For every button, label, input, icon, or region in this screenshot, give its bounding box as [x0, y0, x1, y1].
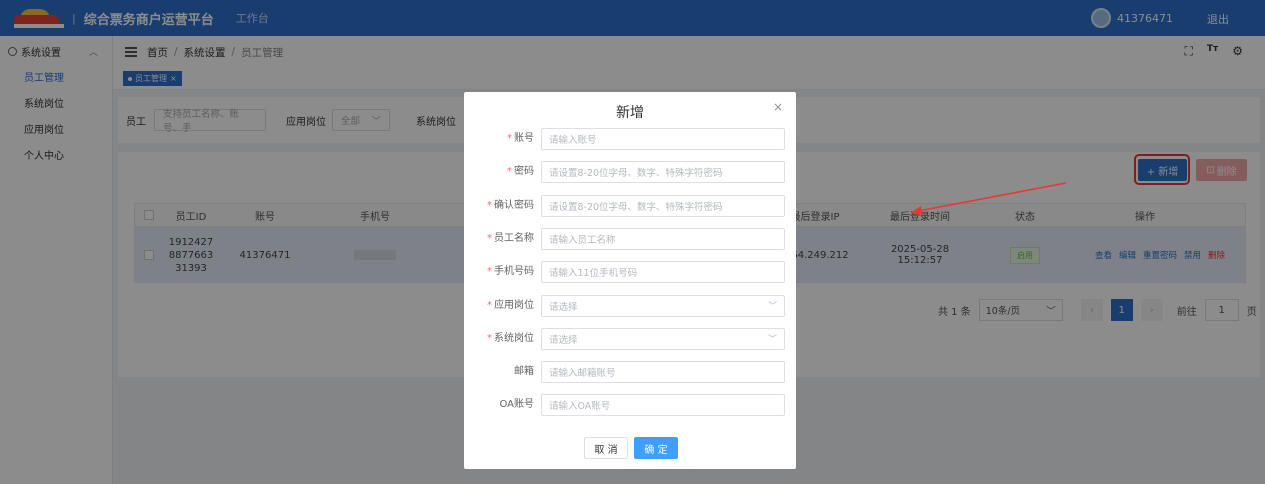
oa-account-label: OA账号 — [499, 399, 534, 411]
phone-input[interactable]: 请输入11位手机号码 — [541, 261, 785, 284]
app-post-label: * 应用岗位 — [487, 299, 534, 311]
dialog-title: 新增 — [616, 105, 644, 121]
required-mark: * — [487, 199, 492, 211]
form-row-app-post: * 应用岗位 请选择 ﹀ — [464, 294, 796, 317]
employee-name-input[interactable]: 请输入员工名称 — [541, 227, 785, 250]
form-row-phone: * 手机号码 请输入11位手机号码 — [464, 261, 796, 284]
form-row-system-post: * 系统岗位 请选择 ﹀ — [464, 327, 796, 350]
system-post-label: * 系统岗位 — [487, 332, 534, 344]
add-employee-dialog: 新增 × * 账号 请输入账号 * 密码 请设置8-20位字母、数字、特殊字符密码 * 确认密… — [464, 92, 796, 469]
phone-label: * 手机号码 — [487, 266, 534, 278]
employee-name-label: * 员工名称 — [487, 232, 534, 244]
required-mark: * — [487, 266, 492, 278]
form-row-email: 邮箱 请输入邮箱账号 — [464, 361, 796, 384]
form-row-oa-account: OA账号 请输入OA账号 — [464, 394, 796, 417]
password-label: * 密码 — [507, 166, 534, 178]
password-input[interactable]: 请设置8-20位字母、数字、特殊字符密码 — [541, 161, 785, 184]
chevron-down-icon: ﹀ — [767, 335, 777, 346]
system-post-select[interactable]: 请选择 ﹀ — [541, 327, 785, 350]
required-mark: * — [487, 232, 492, 244]
required-mark: * — [507, 133, 512, 144]
cancel-button[interactable]: 取 消 — [584, 437, 628, 459]
form-row-password: * 密码 请设置8-20位字母、数字、特殊字符密码 — [464, 161, 796, 184]
account-input[interactable]: 请输入账号 — [541, 128, 785, 150]
required-mark: * — [487, 332, 492, 344]
form-row-account: * 账号 请输入账号 — [464, 128, 796, 150]
email-input[interactable]: 请输入邮箱账号 — [541, 361, 785, 384]
chevron-down-icon: ﹀ — [767, 302, 777, 312]
email-label: 邮箱 — [514, 366, 534, 378]
confirm-button[interactable]: 确 定 — [634, 437, 678, 459]
confirm-password-input[interactable]: 请设置8-20位字母、数字、特殊字符密码 — [541, 194, 785, 217]
form-row-confirm-password: * 确认密码 请设置8-20位字母、数字、特殊字符密码 — [464, 194, 796, 217]
oa-account-input[interactable]: 请输入OA账号 — [541, 394, 785, 417]
account-label: * 账号 — [507, 133, 534, 144]
form-row-employee-name: * 员工名称 请输入员工名称 — [464, 227, 796, 250]
required-mark: * — [507, 166, 512, 178]
app-post-select[interactable]: 请选择 ﹀ — [541, 294, 785, 317]
required-mark: * — [487, 299, 492, 311]
confirm-password-label: * 确认密码 — [487, 199, 534, 211]
close-icon[interactable]: × — [773, 100, 783, 114]
